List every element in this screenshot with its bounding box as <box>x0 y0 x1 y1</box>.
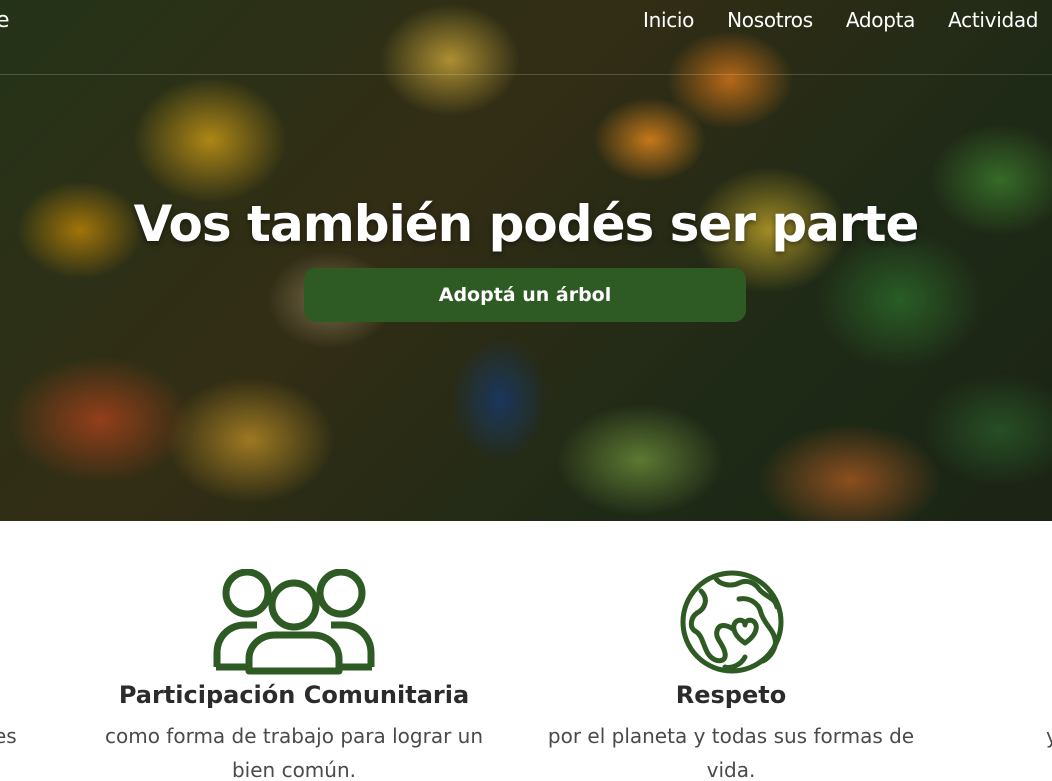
values-section: es Participación Comunitaria como forma … <box>0 521 1052 781</box>
value-description-partial-right: y <box>1046 724 1052 748</box>
community-icon <box>213 568 375 679</box>
value-title: Respeto <box>675 681 787 709</box>
nav-link-inicio[interactable]: Inicio <box>643 8 694 32</box>
hero-title: Vos también podés ser parte <box>133 195 920 253</box>
nav-link-adopta[interactable]: Adopta <box>846 8 916 32</box>
value-description: como forma de trabajo para lograr un bie… <box>104 724 484 781</box>
adopt-tree-button[interactable]: Adoptá un árbol <box>304 268 746 322</box>
brand-logo[interactable]: e <box>0 8 10 33</box>
planet-heart-icon <box>679 569 785 679</box>
value-description-partial-left: es <box>0 724 17 748</box>
value-title: Participación Comunitaria <box>118 681 470 709</box>
nav-menu: Inicio Nosotros Adopta Actividad <box>643 8 1039 32</box>
hero-section: e Inicio Nosotros Adopta Actividad Vos t… <box>0 0 1052 521</box>
value-description: por el planeta y todas sus formas de vid… <box>547 724 915 781</box>
page: e Inicio Nosotros Adopta Actividad Vos t… <box>0 0 1052 781</box>
nav-link-actividades[interactable]: Actividad <box>948 8 1038 32</box>
navbar: e Inicio Nosotros Adopta Actividad <box>0 0 1052 75</box>
nav-link-nosotros[interactable]: Nosotros <box>727 8 813 32</box>
